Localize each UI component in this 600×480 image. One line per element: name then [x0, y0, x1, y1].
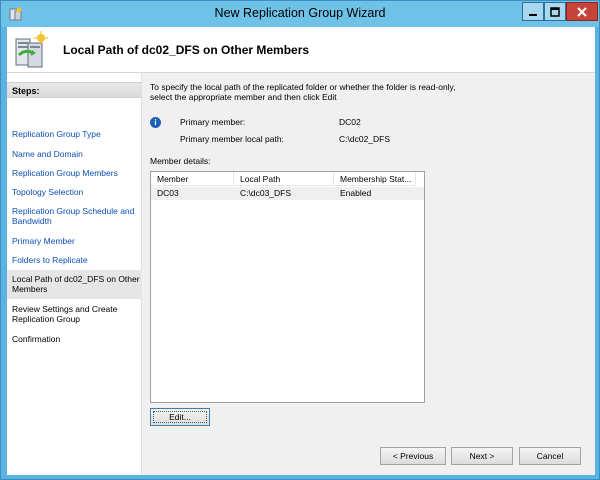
primary-member-value: DC02	[339, 117, 361, 127]
step-topology-selection[interactable]: Topology Selection	[12, 187, 140, 197]
table-row[interactable]: DC03 C:\dc03_DFS Enabled	[151, 187, 424, 200]
column-header-membership-status[interactable]: Membership Stat...	[334, 172, 416, 186]
member-details-list[interactable]: Member Local Path Membership Stat... DC0…	[150, 171, 425, 403]
edit-button[interactable]: Edit...	[150, 408, 210, 426]
close-button[interactable]	[566, 2, 598, 21]
column-header-member[interactable]: Member	[151, 172, 234, 186]
cell-local-path: C:\dc03_DFS	[240, 188, 292, 198]
maximize-icon	[550, 6, 560, 17]
wizard-client: Local Path of dc02_DFS on Other Members …	[7, 27, 595, 475]
close-icon	[577, 6, 587, 17]
step-replication-group-members[interactable]: Replication Group Members	[12, 168, 140, 178]
minimize-button[interactable]	[522, 2, 544, 21]
step-replication-group-type[interactable]: Replication Group Type	[12, 129, 140, 139]
instructions-line-1: To specify the local path of the replica…	[150, 82, 456, 92]
cancel-button[interactable]: Cancel	[519, 447, 581, 465]
cell-status: Enabled	[340, 188, 372, 198]
previous-button[interactable]: < Previous	[380, 447, 446, 465]
step-folders-to-replicate[interactable]: Folders to Replicate	[12, 255, 140, 265]
primary-path-value: C:\dc02_DFS	[339, 134, 391, 144]
steps-panel: Steps: Replication Group Type Name and D…	[7, 73, 142, 475]
step-confirmation: Confirmation	[12, 334, 61, 344]
wizard-header: Local Path of dc02_DFS on Other Members	[7, 27, 595, 73]
replication-folders-icon	[15, 31, 48, 68]
cell-member: DC03	[157, 188, 179, 198]
column-header-local-path[interactable]: Local Path	[234, 172, 334, 186]
step-review-settings: Review Settings and Create Replication G…	[12, 304, 118, 324]
minimize-icon	[529, 13, 537, 16]
next-button[interactable]: Next >	[451, 447, 513, 465]
title-bar[interactable]: New Replication Group Wizard	[1, 1, 599, 27]
instructions-line-2: select the appropriate member and then c…	[150, 92, 337, 102]
maximize-button[interactable]	[544, 2, 566, 21]
wizard-window: New Replication Group Wizard Local Path …	[0, 0, 600, 480]
primary-path-label: Primary member local path:	[180, 134, 284, 144]
step-name-and-domain[interactable]: Name and Domain	[12, 149, 140, 159]
step-local-path-current: Local Path of dc02_DFS on Other Members	[7, 270, 142, 299]
steps-heading: Steps:	[7, 82, 142, 98]
page-title: Local Path of dc02_DFS on Other Members	[63, 43, 310, 57]
step-schedule-and-bandwidth[interactable]: Replication Group Schedule and Bandwidth	[12, 206, 140, 226]
info-icon: i	[150, 117, 161, 128]
primary-member-label: Primary member:	[180, 117, 246, 127]
window-title: New Replication Group Wizard	[214, 6, 386, 20]
member-details-label: Member details:	[150, 156, 211, 166]
step-primary-member[interactable]: Primary Member	[12, 236, 140, 246]
instructions-text: To specify the local path of the replica…	[150, 82, 590, 102]
